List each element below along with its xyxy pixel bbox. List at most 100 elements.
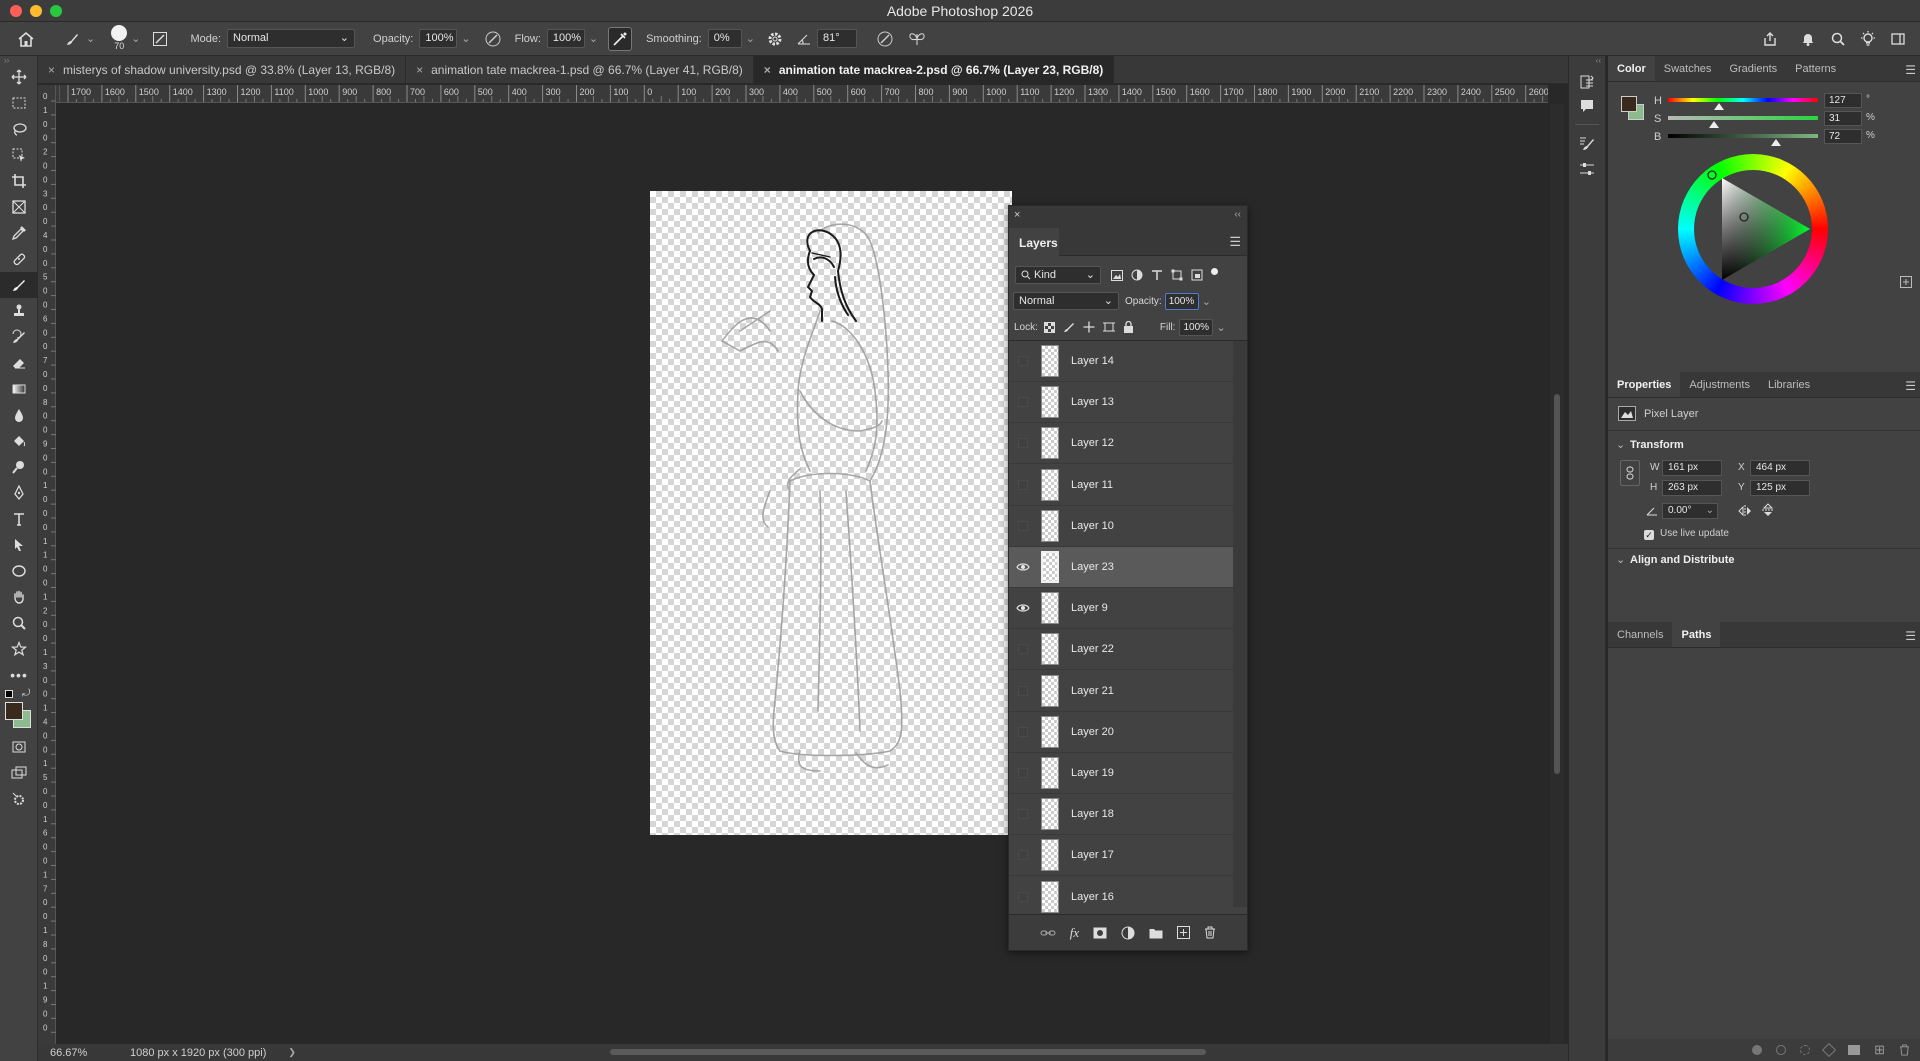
tab-channels[interactable]: Channels [1608, 622, 1672, 647]
chevron-down-icon[interactable]: ⌄ [1216, 321, 1225, 334]
delete-path-trash-icon[interactable] [1899, 1044, 1910, 1056]
tab-libraries[interactable]: Libraries [1759, 372, 1819, 397]
link-dimensions-icon[interactable] [1620, 460, 1640, 486]
tab-color[interactable]: Color [1608, 56, 1655, 81]
flip-vertical-icon[interactable] [1762, 503, 1774, 517]
layer-thumbnail[interactable] [1041, 798, 1059, 831]
visibility-toggle[interactable] [1009, 794, 1037, 835]
discover-lightbulb-icon[interactable] [1856, 27, 1880, 51]
y-input[interactable]: 125 px [1750, 480, 1810, 496]
layer-row[interactable]: Layer 13 [1009, 382, 1233, 424]
close-panel-icon[interactable]: × [1014, 209, 1020, 221]
lock-transparency-icon[interactable] [1043, 321, 1055, 333]
tab-adjustments[interactable]: Adjustments [1680, 372, 1759, 397]
brightness-input[interactable]: 72 [1824, 129, 1862, 144]
visibility-toggle[interactable] [1009, 341, 1037, 382]
layer-row[interactable]: Layer 18 [1009, 794, 1233, 836]
width-input[interactable]: 161 px [1662, 460, 1722, 476]
chevron-down-icon[interactable]: ⌄ [589, 32, 598, 45]
tab-paths[interactable]: Paths [1672, 622, 1721, 647]
chevron-down-icon[interactable]: ⌄ [461, 32, 470, 45]
blend-mode-select[interactable]: Normal ⌄ [1013, 292, 1119, 310]
chevron-down-icon[interactable]: ⌄ [1616, 553, 1625, 566]
paint-bucket-tool-icon[interactable] [0, 428, 38, 454]
toolbar-collapse-icon[interactable]: ›› [0, 56, 37, 65]
move-tool-icon[interactable] [0, 64, 38, 90]
stroke-path-icon[interactable] [1776, 1045, 1787, 1055]
layer-thumbnail[interactable] [1041, 551, 1059, 583]
layer-name[interactable]: Layer 17 [1071, 849, 1114, 861]
blur-tool-icon[interactable] [0, 402, 38, 428]
status-menu-arrow[interactable]: ❯ [288, 1047, 296, 1058]
tab-document-3[interactable]: × animation tate mackrea-2.psd @ 66.7% (L… [753, 56, 1115, 84]
collapse-panel-icon[interactable]: ‹‹ [1234, 209, 1241, 220]
layer-row[interactable]: Layer 12 [1009, 423, 1233, 465]
healing-brush-tool-icon[interactable] [0, 246, 38, 272]
brush-size-picker[interactable]: 70 [111, 24, 128, 51]
search-icon[interactable] [1826, 27, 1850, 51]
layer-thumbnail[interactable] [1041, 757, 1059, 789]
home-icon[interactable] [14, 27, 38, 51]
symmetry-butterfly-icon[interactable] [905, 27, 929, 51]
brush-settings-panel-icon[interactable] [148, 27, 172, 51]
layer-row[interactable]: Layer 11 [1009, 465, 1233, 506]
visibility-toggle[interactable] [1009, 505, 1037, 546]
lock-artboard-icon[interactable] [1102, 321, 1115, 333]
layer-row[interactable]: Layer 22 [1009, 629, 1233, 671]
layer-thumbnail[interactable] [1041, 839, 1059, 872]
x-input[interactable]: 464 px [1750, 460, 1810, 476]
hand-tool-icon[interactable] [0, 584, 38, 610]
chevron-down-icon[interactable]: ⌄ [131, 32, 140, 45]
close-icon[interactable]: × [416, 63, 423, 77]
layer-row[interactable]: Layer 9 [1009, 588, 1233, 630]
tab-swatches[interactable]: Swatches [1655, 56, 1721, 81]
new-path-icon[interactable]: ⊞ [1874, 1043, 1885, 1056]
type-tool-icon[interactable] [0, 506, 38, 532]
foreground-color-swatch[interactable] [5, 702, 23, 720]
live-update-checkbox[interactable]: ✓ [1644, 530, 1654, 540]
visibility-toggle[interactable] [1009, 835, 1037, 876]
fill-input[interactable]: 100% [1179, 318, 1214, 336]
new-adjustment-layer-icon[interactable] [1121, 926, 1135, 940]
vertical-scrollbar[interactable] [1550, 104, 1564, 1044]
new-group-folder-icon[interactable] [1149, 927, 1163, 939]
layer-thumbnail[interactable] [1041, 592, 1059, 625]
layer-thumbnail[interactable] [1041, 715, 1059, 748]
visibility-toggle[interactable] [1009, 711, 1037, 752]
layer-thumbnail[interactable] [1041, 880, 1059, 913]
chevron-down-icon[interactable]: ⌄ [1616, 438, 1625, 451]
quick-mask-icon[interactable] [0, 734, 38, 760]
opacity-input[interactable]: 100% [419, 29, 458, 48]
default-colors-icon[interactable] [5, 690, 13, 698]
lock-all-icon[interactable] [1123, 321, 1134, 333]
saturation-brightness-triangle[interactable] [1678, 154, 1828, 304]
brush-angle-input[interactable]: 81° [816, 29, 857, 48]
hue-input[interactable]: 127 [1824, 93, 1862, 108]
lasso-tool-icon[interactable] [0, 116, 38, 142]
delete-layer-trash-icon[interactable] [1204, 926, 1216, 939]
smoothing-input[interactable]: 0% [707, 29, 742, 48]
align-distribute-section-title[interactable]: Align and Distribute [1630, 554, 1735, 566]
new-layer-icon[interactable] [1177, 926, 1191, 939]
add-mask-icon[interactable] [1093, 927, 1107, 939]
layer-name[interactable]: Layer 16 [1071, 891, 1114, 903]
layer-name[interactable]: Layer 18 [1071, 808, 1114, 820]
screen-mode-icon[interactable] [0, 760, 38, 786]
clone-stamp-tool-icon[interactable] [0, 298, 38, 324]
saturation-input[interactable]: 31 [1824, 111, 1862, 126]
visibility-toggle[interactable] [1009, 423, 1037, 464]
height-input[interactable]: 263 px [1662, 480, 1722, 496]
flip-horizontal-icon[interactable] [1738, 505, 1752, 517]
layer-name[interactable]: Layer 23 [1071, 561, 1114, 573]
layer-name[interactable]: Layer 12 [1071, 437, 1114, 449]
panel-menu-icon[interactable]: ☰ [1229, 234, 1241, 250]
layer-row[interactable]: Layer 14 [1009, 341, 1233, 382]
layer-thumbnail[interactable] [1041, 386, 1059, 419]
layer-name[interactable]: Layer 14 [1071, 355, 1114, 367]
gear-icon[interactable] [763, 27, 787, 51]
layer-name[interactable]: Layer 22 [1071, 643, 1114, 655]
filter-type-icon[interactable] [1151, 269, 1163, 281]
brush-tool-icon[interactable] [0, 272, 38, 298]
layer-thumbnail[interactable] [1041, 674, 1059, 707]
pen-tool-icon[interactable] [0, 480, 38, 506]
